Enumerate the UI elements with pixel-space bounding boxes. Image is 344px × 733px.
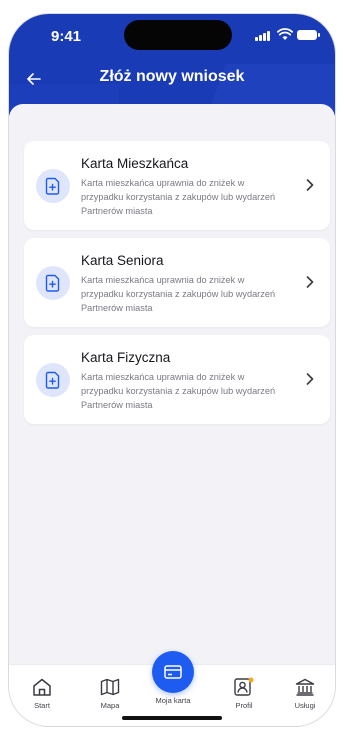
- chevron-right-icon: [303, 274, 317, 290]
- content-area: Karta Mieszkańca Karta mieszkańca uprawn…: [9, 104, 335, 664]
- chevron-right-icon: [303, 177, 317, 193]
- card-title: Karta Seniora: [81, 253, 164, 268]
- chevron-right-icon: [303, 371, 317, 387]
- signal-icon: [255, 31, 270, 41]
- tab-profil[interactable]: Profil: [214, 665, 274, 713]
- map-icon: [99, 676, 121, 698]
- tab-mapa[interactable]: Mapa: [80, 665, 140, 713]
- status-time: 9:41: [51, 28, 82, 45]
- tab-start[interactable]: Start: [12, 665, 72, 713]
- card-description: Karta mieszkańca uprawnia do zniżek w pr…: [81, 275, 276, 313]
- wifi-icon: [277, 28, 293, 40]
- tab-label: Profil: [235, 701, 253, 710]
- phone-screen: 9:41 Złóż nowy wniosek Karta Mieszkańca …: [9, 14, 335, 726]
- card-title: Karta Fizyczna: [81, 350, 171, 365]
- status-bar: 9:41: [9, 14, 335, 58]
- document-plus-icon: [36, 363, 70, 397]
- header: 9:41 Złóż nowy wniosek: [9, 14, 335, 116]
- credit-card-icon: [164, 665, 182, 679]
- nav-bar: Złóż nowy wniosek: [9, 62, 335, 94]
- card-karta-fizyczna[interactable]: Karta Fizyczna Karta mieszkańca uprawnia…: [24, 335, 330, 424]
- document-plus-icon: [36, 169, 70, 203]
- page-title: Złóż nowy wniosek: [99, 68, 245, 85]
- card-description: Karta mieszkańca uprawnia do zniżek w pr…: [81, 178, 276, 216]
- card-button[interactable]: [152, 651, 194, 693]
- profile-icon: [233, 676, 255, 698]
- bank-building-icon: [294, 676, 316, 698]
- document-plus-icon: [36, 266, 70, 300]
- battery-icon: [297, 30, 320, 40]
- tab-label: Start: [34, 701, 50, 710]
- home-indicator: [122, 716, 222, 720]
- tab-label: Moja karta: [155, 696, 191, 705]
- card-karta-seniora[interactable]: Karta Seniora Karta mieszkańca uprawnia …: [24, 238, 330, 327]
- card-title: Karta Mieszkańca: [81, 156, 189, 171]
- card-description: Karta mieszkańca uprawnia do zniżek w pr…: [81, 372, 276, 410]
- tab-label: Mapa: [100, 701, 120, 710]
- tab-label: Usługi: [294, 701, 316, 710]
- tab-uslugi[interactable]: Usługi: [275, 665, 335, 713]
- card-karta-mieszkanca[interactable]: Karta Mieszkańca Karta mieszkańca uprawn…: [24, 141, 330, 230]
- dynamic-island: [124, 20, 232, 50]
- tab-moja-karta[interactable]: Moja karta: [137, 651, 209, 717]
- home-icon: [31, 676, 53, 698]
